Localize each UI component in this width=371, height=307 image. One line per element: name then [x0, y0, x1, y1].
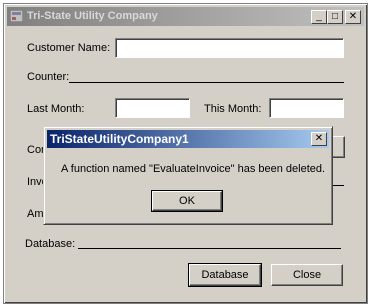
last-month-input[interactable]: [115, 98, 190, 118]
dialog-close-button[interactable]: ✕: [311, 132, 327, 146]
window-title: Tri-State Utility Company: [27, 10, 158, 22]
obscured-button[interactable]: [332, 136, 345, 158]
message-dialog: TriStateUtilityCompany1 ✕ A function nam…: [43, 126, 333, 225]
title-bar[interactable]: Tri-State Utility Company _ □ ✕: [7, 7, 364, 26]
counter-label: Counter:: [27, 71, 70, 83]
last-month-label: Last Month:: [27, 103, 85, 115]
app-icon: [10, 10, 23, 22]
counter-value-line: [69, 82, 344, 83]
maximize-button[interactable]: □: [327, 10, 343, 24]
customer-name-label: Customer Name:: [27, 42, 111, 54]
customer-name-input[interactable]: [115, 38, 344, 58]
minimize-button[interactable]: _: [311, 10, 327, 24]
database-value-line: [78, 248, 341, 249]
obscured-line: [332, 185, 344, 186]
database-label: Database:: [25, 238, 76, 250]
this-month-input[interactable]: [269, 98, 344, 118]
ok-button[interactable]: OK: [151, 190, 223, 212]
dialog-title: TriStateUtilityCompany1: [50, 132, 189, 146]
window-close-button[interactable]: ✕: [345, 10, 361, 24]
database-button[interactable]: Database: [188, 263, 262, 287]
dialog-message: A function named "EvaluateInvoice" has b…: [61, 163, 326, 175]
close-button[interactable]: Close: [271, 264, 343, 286]
dialog-title-bar[interactable]: TriStateUtilityCompany1 ✕: [47, 130, 329, 148]
this-month-label: This Month:: [204, 103, 262, 115]
